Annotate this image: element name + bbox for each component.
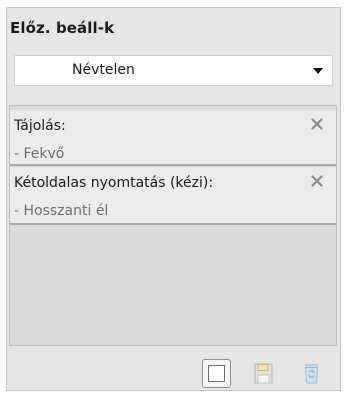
preset-panel: Előz. beáll-k Névtelen Tájolás: - Fekvő … bbox=[6, 7, 341, 391]
summary-item-value: - Hosszanti él bbox=[14, 203, 109, 219]
new-preset-icon bbox=[208, 365, 225, 382]
preset-dropdown[interactable]: Névtelen bbox=[14, 55, 333, 86]
delete-preset-button[interactable] bbox=[297, 359, 326, 388]
trash-icon bbox=[304, 364, 319, 384]
save-preset-button[interactable] bbox=[249, 359, 278, 388]
summary-item-orientation: Tájolás: - Fekvő bbox=[10, 110, 336, 166]
preset-title: Előz. beáll-k bbox=[10, 19, 115, 37]
save-icon bbox=[254, 363, 273, 384]
preset-selected-value: Névtelen bbox=[72, 62, 135, 78]
summary-item-value: - Fekvő bbox=[14, 146, 65, 162]
summary-item-label: Tájolás: bbox=[14, 118, 66, 134]
close-icon[interactable] bbox=[311, 175, 323, 187]
close-icon[interactable] bbox=[311, 118, 323, 130]
summary-item-duplex: Kétoldalas nyomtatás (kézi): - Hosszanti… bbox=[10, 167, 336, 225]
chevron-down-icon[interactable] bbox=[313, 68, 323, 74]
new-preset-button[interactable] bbox=[202, 359, 231, 388]
summary-item-label: Kétoldalas nyomtatás (kézi): bbox=[14, 175, 214, 191]
settings-summary-list: Tájolás: - Fekvő Kétoldalas nyomtatás (k… bbox=[9, 105, 337, 346]
